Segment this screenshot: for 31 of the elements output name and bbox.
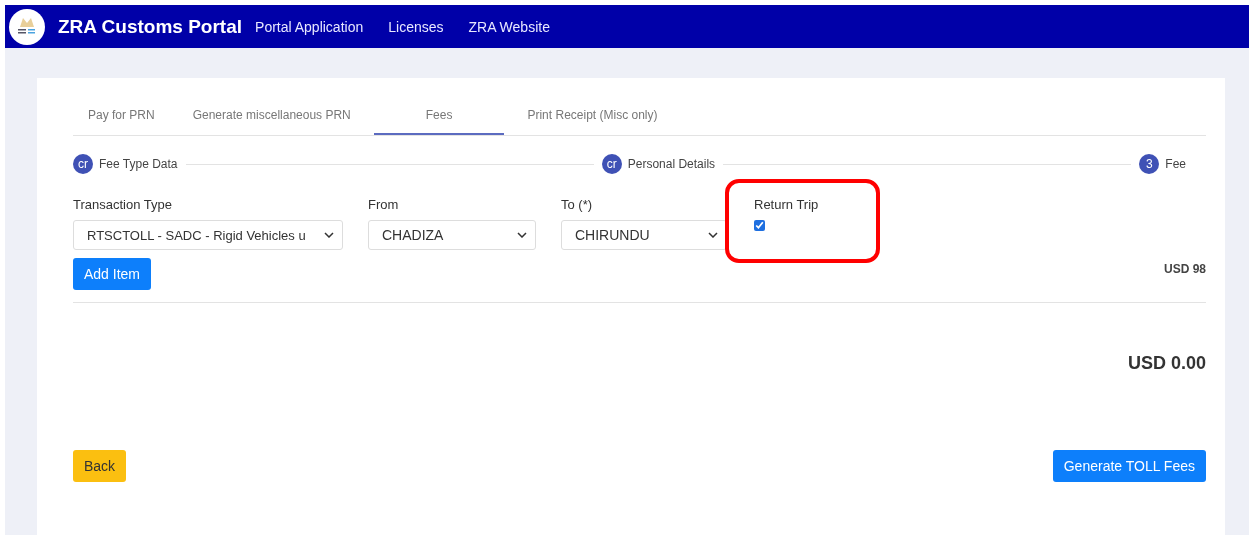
dropdown[interactable]: CHADIZA bbox=[368, 220, 536, 250]
step-label: Fee Type Data bbox=[99, 157, 178, 171]
step-number: cr bbox=[601, 154, 622, 174]
logo-icon bbox=[9, 8, 45, 45]
nav-link[interactable]: Portal Application bbox=[255, 18, 364, 35]
tab[interactable]: Pay for PRN bbox=[73, 96, 170, 135]
field-label: Transaction Type bbox=[73, 197, 173, 212]
add-item-button[interactable]: Add Item bbox=[73, 258, 152, 290]
tab[interactable]: Fees bbox=[373, 96, 505, 135]
dropdown[interactable]: CHIRUNDU bbox=[561, 220, 727, 250]
chevron-down-icon bbox=[708, 232, 718, 238]
tab[interactable]: Generate miscellaneous PRN bbox=[177, 96, 366, 135]
step-label: Fee bbox=[1165, 157, 1186, 171]
total-amount: USD 0.00 bbox=[1127, 353, 1206, 375]
back-button[interactable]: Back bbox=[73, 450, 127, 482]
field-label: From bbox=[368, 197, 400, 212]
nav-link[interactable]: Licenses bbox=[388, 18, 444, 35]
chevron-down-icon bbox=[517, 232, 527, 238]
chevron-down-icon bbox=[324, 232, 334, 238]
field-label: To (*) bbox=[561, 197, 594, 212]
field-label: Return Trip bbox=[754, 197, 819, 212]
generate-toll-fees-button[interactable]: Generate TOLL Fees bbox=[1052, 450, 1206, 482]
step-number: cr bbox=[73, 154, 93, 174]
tab[interactable]: Print Receipt (Misc only) bbox=[512, 96, 673, 135]
checkbox[interactable] bbox=[754, 220, 765, 231]
dropdown[interactable]: RTSCTOLL - SADC - Rigid Vehicles u bbox=[73, 220, 343, 250]
portal-title: ZRA Customs Portal bbox=[58, 15, 243, 38]
item-amount: USD 98 bbox=[1163, 262, 1206, 276]
nav-link[interactable]: ZRA Website bbox=[468, 18, 550, 35]
step-number: 3 bbox=[1139, 154, 1160, 174]
step-label: Personal Details bbox=[627, 157, 716, 171]
